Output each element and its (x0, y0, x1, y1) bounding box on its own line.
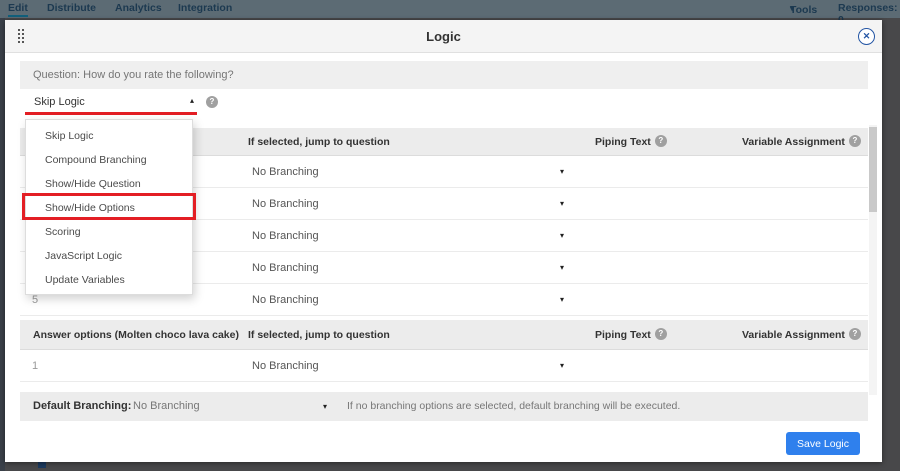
column-jump-to-question: If selected, jump to question (248, 320, 390, 350)
chevron-down-icon: ▾ (560, 350, 564, 382)
chevron-down-icon: ▾ (560, 220, 564, 252)
branching-select[interactable]: No Branching ▾ (252, 252, 592, 284)
nav-tab-integration[interactable]: Integration (178, 2, 232, 14)
annotation-red-box (22, 193, 196, 220)
question-label: Question: How do you rate the following? (20, 61, 868, 89)
table2-rows: 1 No Branching ▾ (20, 350, 868, 382)
chevron-down-icon: ▾ (790, 4, 794, 13)
piping-text-label: Piping Text (595, 329, 651, 341)
default-branching-value: No Branching (133, 392, 200, 421)
branching-value: No Branching (252, 156, 319, 188)
chevron-down-icon: ▾ (560, 284, 564, 316)
menu-item-compound-branching[interactable]: Compound Branching (26, 148, 192, 172)
branching-select[interactable]: No Branching ▾ (252, 156, 592, 188)
help-icon[interactable]: ? (849, 135, 861, 147)
column-variable-assignment: Variable Assignment? (742, 128, 861, 156)
top-nav-bar: Edit Distribute Analytics Integration To… (0, 0, 900, 18)
chevron-down-icon: ▾ (560, 252, 564, 284)
answer-options-label: Answer options (Molten choco lava cake) (33, 320, 239, 350)
nav-tab-analytics[interactable]: Analytics (115, 2, 162, 14)
chevron-down-icon: ▾ (323, 392, 327, 421)
menu-item-skip-logic[interactable]: Skip Logic (26, 124, 192, 148)
column-piping-text: Piping Text? (595, 320, 667, 350)
help-icon[interactable]: ? (206, 96, 218, 108)
branching-value: No Branching (252, 252, 319, 284)
menu-item-update-variables[interactable]: Update Variables (26, 268, 192, 292)
chevron-down-icon: ▾ (560, 156, 564, 188)
logic-type-select[interactable]: Skip Logic ▴ (30, 92, 202, 112)
column-variable-assignment: Variable Assignment? (742, 320, 861, 350)
branching-select[interactable]: No Branching ▾ (252, 220, 592, 252)
menu-item-javascript-logic[interactable]: JavaScript Logic (26, 244, 192, 268)
menu-item-scoring[interactable]: Scoring (26, 220, 192, 244)
save-logic-button[interactable]: Save Logic (786, 432, 860, 455)
tools-label: Tools (790, 4, 817, 16)
row-number: 1 (32, 350, 38, 382)
modal-header: Logic ✕ (5, 20, 882, 53)
help-icon[interactable]: ? (849, 328, 861, 340)
variable-assignment-label: Variable Assignment (742, 136, 845, 148)
variable-assignment-label: Variable Assignment (742, 329, 845, 341)
column-piping-text: Piping Text? (595, 128, 667, 156)
table-row: 1 No Branching ▾ (20, 350, 868, 382)
branching-select[interactable]: No Branching ▾ (252, 350, 592, 382)
chevron-up-icon: ▴ (190, 96, 194, 105)
logic-type-selected-value: Skip Logic (34, 92, 85, 112)
branching-value: No Branching (252, 188, 319, 220)
branching-select[interactable]: No Branching ▾ (252, 188, 592, 220)
scrollbar-thumb[interactable] (869, 127, 877, 212)
close-icon[interactable]: ✕ (858, 28, 875, 45)
nav-tab-distribute[interactable]: Distribute (47, 2, 96, 14)
default-branching-select[interactable]: No Branching ▾ (133, 392, 333, 421)
column-jump-to-question: If selected, jump to question (248, 128, 390, 156)
help-icon[interactable]: ? (655, 328, 667, 340)
default-branching-bar: Default Branching: No Branching ▾ If no … (20, 392, 868, 421)
page-edge-chip (38, 462, 46, 468)
annotation-red-underline (25, 112, 197, 115)
nav-tab-edit[interactable]: Edit (8, 2, 28, 17)
default-branching-note: If no branching options are selected, de… (347, 392, 680, 421)
branching-value: No Branching (252, 350, 319, 382)
branching-value: No Branching (252, 220, 319, 252)
chevron-down-icon: ▾ (560, 188, 564, 220)
branching-value: No Branching (252, 284, 319, 316)
scrollbar-track[interactable] (869, 125, 877, 395)
help-icon[interactable]: ? (655, 135, 667, 147)
table2-header: Answer options (Molten choco lava cake) … (20, 320, 868, 350)
default-branching-label: Default Branching: (33, 392, 131, 421)
piping-text-label: Piping Text (595, 136, 651, 148)
modal-title: Logic (5, 20, 882, 53)
page: Edit Distribute Analytics Integration To… (0, 0, 900, 471)
branching-select[interactable]: No Branching ▾ (252, 284, 592, 316)
